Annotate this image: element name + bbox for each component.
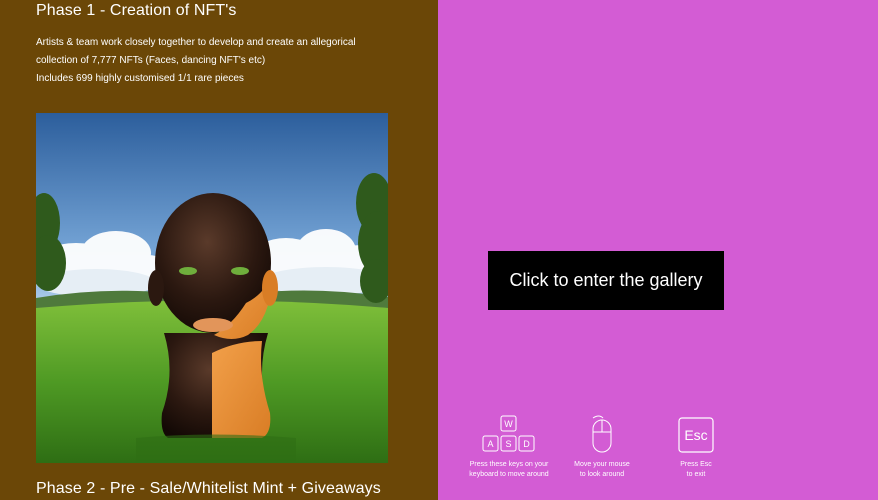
hint-line: Press these keys on your <box>469 461 549 468</box>
key-w: W <box>504 419 513 429</box>
key-d: D <box>523 439 530 449</box>
phase1-description-line: collection of 7,777 NFTs (Faces, dancing… <box>36 55 266 66</box>
key-s: S <box>505 439 511 449</box>
gallery-overlay[interactable]: Click to enter the gallery W A S D Press… <box>438 0 878 500</box>
mouse-icon <box>552 412 652 454</box>
nft-bust-artwork <box>36 113 388 463</box>
esc-key-label: Esc <box>684 427 707 443</box>
hint-line: to look around <box>579 471 625 478</box>
phase1-description-line: Includes 699 highly customised 1/1 rare … <box>36 73 244 84</box>
mouse-hint: Move your mouse to look around <box>552 412 652 480</box>
wasd-keys-icon: W A S D <box>459 412 559 454</box>
phase1-title: Phase 1 - Creation of NFT's <box>36 2 237 19</box>
phase2-title: Phase 2 - Pre - Sale/Whitelist Mint + Gi… <box>36 480 381 497</box>
movement-keys-hint-text: Press these keys on your keyboard to mov… <box>459 460 559 480</box>
enter-gallery-button[interactable]: Click to enter the gallery <box>488 251 724 310</box>
hint-line: Move your mouse <box>574 461 630 468</box>
hint-line: to exit <box>686 471 706 478</box>
esc-hint-text: Press Esc to exit <box>646 460 746 480</box>
esc-hint: Esc Press Esc to exit <box>646 412 746 480</box>
esc-key-icon: Esc <box>646 412 746 454</box>
hint-line: keyboard to move around <box>469 471 549 478</box>
key-a: A <box>487 439 493 449</box>
mouse-hint-text: Move your mouse to look around <box>552 460 652 480</box>
phase1-description: Artists & team work closely together to … <box>36 34 396 88</box>
phase1-description-line: Artists & team work closely together to … <box>36 37 356 48</box>
roadmap-panel[interactable]: Phase 1 - Creation of NFT's Artists & te… <box>0 0 438 500</box>
page: Phase 1 - Creation of NFT's Artists & te… <box>0 0 878 500</box>
movement-keys-hint: W A S D Press these keys on your keyboar… <box>459 412 559 480</box>
hint-line: Press Esc <box>680 461 712 468</box>
